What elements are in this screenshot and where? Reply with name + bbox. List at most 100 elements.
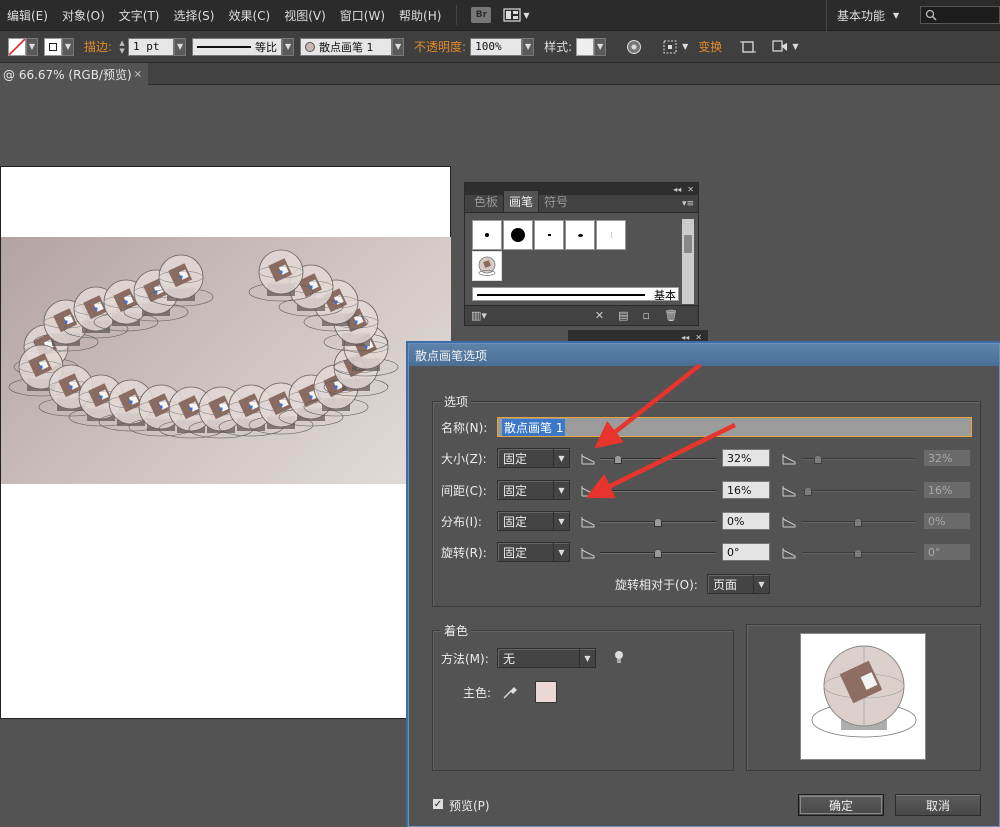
align-icon[interactable] [662, 39, 680, 55]
menu-window[interactable]: 窗口(W) [333, 7, 392, 24]
preview-checkbox[interactable]: ✓ [432, 798, 444, 810]
tab-brushes[interactable]: 画笔 [503, 190, 540, 212]
new-brush-icon[interactable]: ▫ [643, 309, 650, 322]
stroke-weight-stepper[interactable]: ▲ ▼ [116, 38, 128, 56]
transform-label[interactable]: 变换 [698, 38, 722, 55]
fill-dropdown[interactable]: ▼ [26, 37, 38, 56]
spacing-mode-dropdown[interactable]: 固定 ▼ [497, 480, 570, 500]
scatter-max-value-field: 0% [923, 512, 971, 530]
spacing-value-field[interactable]: 16% [722, 481, 770, 499]
rotation-relative-dropdown[interactable]: 页面 ▼ [707, 574, 770, 594]
collapse-icon[interactable]: ◂◂ [673, 185, 681, 194]
remove-stroke-icon[interactable]: ✕ [595, 309, 604, 322]
recolor-artwork-icon[interactable] [626, 39, 642, 55]
document-tab[interactable]: @ 66.67% (RGB/预览) × [0, 63, 148, 85]
stroke-weight-field[interactable]: 1 pt [128, 37, 175, 56]
scatter-mode-value: 固定 [503, 514, 528, 529]
artboard[interactable] [0, 166, 451, 719]
collapse-icon[interactable]: ◂◂ [681, 333, 689, 342]
panel-menu-icon[interactable]: ▾≡ [682, 199, 694, 209]
scatter-brush-artwork[interactable] [1, 237, 451, 484]
collapsed-panel-header[interactable]: ◂◂ ✕ [568, 330, 708, 344]
tab-symbols[interactable]: 符号 [539, 191, 573, 212]
method-label: 方法(M): [441, 652, 489, 666]
name-field[interactable]: 散点画笔 1 [497, 417, 972, 437]
brush-options-icon[interactable]: ▤ [618, 309, 628, 322]
stroke-label[interactable]: 描边: [84, 38, 112, 55]
menu-effect[interactable]: 效果(C) [221, 7, 277, 24]
opacity-field[interactable]: 100% [470, 37, 523, 56]
brush-oval[interactable] [565, 220, 595, 250]
document-tab-bar: @ 66.67% (RGB/预览) × [0, 63, 1000, 85]
workspace-switcher[interactable]: 基本功能 ▼ [826, 0, 899, 31]
basic-brush-stroke[interactable]: 基本 [472, 287, 679, 302]
tips-lightbulb-icon[interactable] [614, 650, 624, 665]
menu-type[interactable]: 文字(T) [112, 7, 167, 24]
eyedropper-icon[interactable] [502, 684, 518, 700]
stroke-dropdown[interactable]: ▼ [62, 37, 74, 56]
close-icon[interactable]: ✕ [687, 185, 694, 194]
pressure-icon [782, 454, 796, 465]
spacing-max-slider [802, 490, 915, 492]
scatter-label: 分布(I): [441, 515, 482, 529]
stroke-swatch[interactable] [44, 37, 62, 56]
size-max-value-field: 32% [923, 449, 971, 467]
opacity-label[interactable]: 不透明度: [414, 38, 466, 55]
rotation-value-field[interactable]: 0° [722, 543, 770, 561]
opacity-dropdown[interactable]: ▼ [522, 37, 535, 56]
brush-definition[interactable]: 散点画笔 1 [300, 37, 393, 56]
bridge-button[interactable]: Br [471, 7, 492, 23]
brush-icon [305, 41, 316, 52]
profile-dropdown[interactable]: ▼ [282, 37, 295, 56]
search-input[interactable] [920, 6, 1000, 24]
brush-faint[interactable] [596, 220, 626, 250]
spacing-slider[interactable] [600, 490, 716, 492]
panel-options-icon[interactable] [772, 39, 788, 54]
size-mode-value: 固定 [503, 451, 528, 466]
rotation-relative-label: 旋转相对于(O): [615, 578, 698, 592]
arrange-documents-button[interactable]: ▼ [503, 8, 530, 22]
method-dropdown[interactable]: 无 ▼ [497, 648, 596, 668]
brush-dropdown[interactable]: ▼ [392, 37, 405, 56]
pressure-icon [581, 517, 595, 528]
key-color-swatch[interactable] [535, 681, 557, 703]
pressure-icon [581, 486, 595, 497]
fill-swatch[interactable] [8, 37, 26, 56]
document-tab-title: @ 66.67% (RGB/预览) [3, 67, 132, 82]
scatter-mode-dropdown[interactable]: 固定 ▼ [497, 511, 570, 531]
delete-brush-icon[interactable]: 🗑 [664, 309, 678, 322]
method-value: 无 [503, 651, 516, 666]
brush-dot-tiny[interactable] [534, 220, 564, 250]
brushes-scrollbar[interactable] [682, 219, 694, 304]
basic-label: 基本 [654, 289, 676, 302]
brush-calligraphic-large[interactable] [503, 220, 533, 250]
tab-swatches[interactable]: 色板 [469, 191, 503, 212]
size-value-field[interactable]: 32% [722, 449, 770, 467]
spacing-mode-value: 固定 [503, 483, 528, 498]
cancel-button[interactable]: 取消 [895, 794, 981, 816]
close-icon[interactable]: × [134, 69, 142, 80]
rotation-mode-dropdown[interactable]: 固定 ▼ [497, 542, 570, 562]
scatter-value-field[interactable]: 0% [722, 512, 770, 530]
menu-edit[interactable]: 编辑(E) [0, 7, 55, 24]
close-icon[interactable]: ✕ [695, 333, 702, 342]
isolate-icon[interactable] [740, 39, 757, 55]
variable-width-profile[interactable]: 等比 [192, 37, 283, 56]
brush-calligraphic-small[interactable] [472, 220, 502, 250]
menu-select[interactable]: 选择(S) [166, 7, 221, 24]
chevron-down-icon: ▼ [579, 649, 595, 667]
graphic-style-swatch[interactable] [576, 37, 595, 56]
menu-help[interactable]: 帮助(H) [392, 7, 448, 24]
stroke-weight-dropdown[interactable]: ▼ [174, 37, 187, 56]
brush-libraries-icon[interactable]: ▥▾ [471, 309, 487, 322]
scroll-thumb[interactable] [684, 235, 692, 253]
pressure-icon [782, 517, 796, 528]
menu-object[interactable]: 对象(O) [55, 7, 112, 24]
menu-view[interactable]: 视图(V) [277, 7, 333, 24]
graphic-style-dropdown[interactable]: ▼ [594, 37, 607, 56]
size-mode-dropdown[interactable]: 固定 ▼ [497, 448, 570, 468]
ok-button[interactable]: 确定 [798, 794, 884, 816]
control-bar: ▼ ▼ 描边: ▲ ▼ 1 pt ▼ 等比 ▼ 散点画笔 1 ▼ 不透明度: 10… [0, 31, 1000, 63]
pressure-icon [782, 486, 796, 497]
brush-scatter-1[interactable] [472, 251, 502, 281]
